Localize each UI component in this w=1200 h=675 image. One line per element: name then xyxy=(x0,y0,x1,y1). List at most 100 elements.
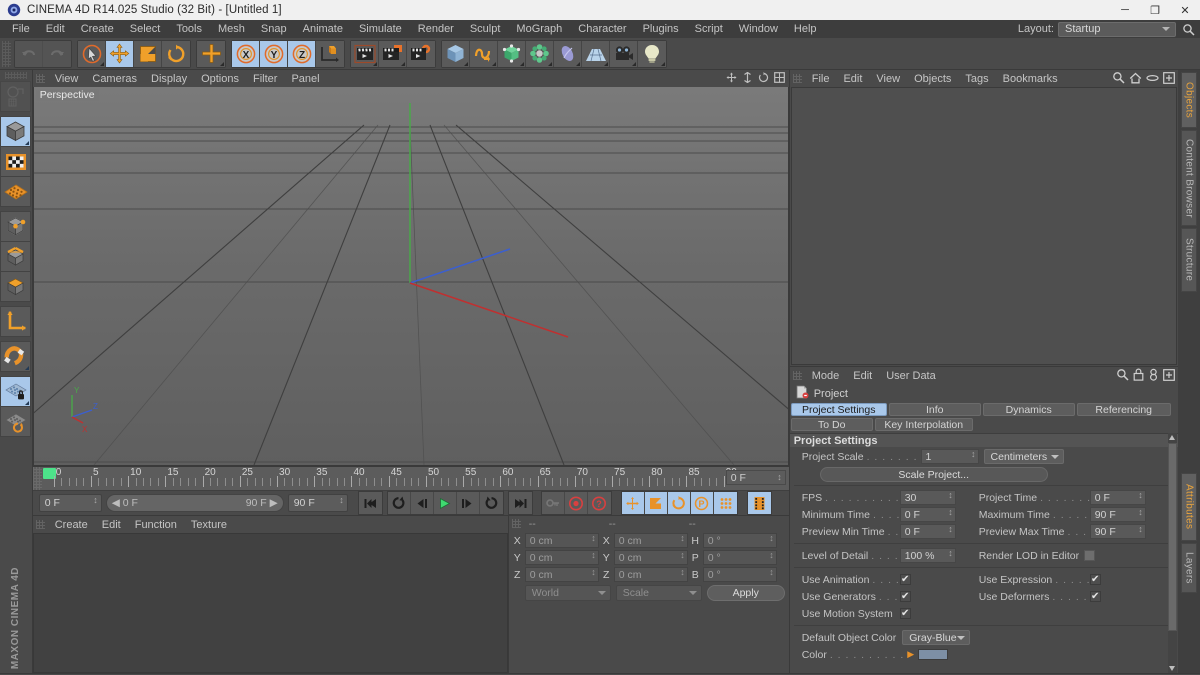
spinner-icon[interactable]: ↕ xyxy=(769,534,774,543)
reverse-loop-button[interactable] xyxy=(479,492,503,514)
position-key-button[interactable] xyxy=(621,492,645,514)
rotate-view-icon[interactable] xyxy=(758,72,769,86)
menu-item-mograph[interactable]: MoGraph xyxy=(508,20,570,38)
use-deformers-checkbox[interactable]: ✔ xyxy=(1089,591,1101,602)
coordinates-grip[interactable] xyxy=(511,519,521,528)
object-menu-file[interactable]: File xyxy=(805,73,837,85)
tab-dynamics[interactable]: Dynamics xyxy=(982,403,1075,416)
tab-key-interpolation[interactable]: Key Interpolation xyxy=(874,418,973,431)
object-menu-objects[interactable]: Objects xyxy=(907,73,958,85)
snap-magnet[interactable] xyxy=(0,341,32,372)
live-selection-tool[interactable] xyxy=(78,40,106,67)
menu-item-help[interactable]: Help xyxy=(786,20,825,38)
perspective-viewport[interactable]: Perspective Y Z X xyxy=(32,87,789,466)
expand-icon[interactable] xyxy=(1163,71,1176,87)
material-list-area[interactable] xyxy=(32,533,508,673)
mode-polygons[interactable] xyxy=(0,271,32,302)
scene-objects-button[interactable] xyxy=(554,40,582,67)
workplane-rotate[interactable] xyxy=(0,406,32,437)
undo-button[interactable] xyxy=(15,40,43,67)
coord-pos-x-input[interactable]: 0 cm ↕ xyxy=(524,533,599,548)
lock-y-axis-button[interactable]: Y xyxy=(260,40,288,67)
use-animation-checkbox[interactable]: ✔ xyxy=(899,574,911,585)
coord-rot-p-input[interactable]: 0 ° ↕ xyxy=(702,550,777,565)
scale-tool[interactable] xyxy=(134,40,162,67)
spinner-icon[interactable]: ↕ xyxy=(93,496,98,505)
add-floor-button[interactable] xyxy=(582,40,610,67)
mode-texture[interactable] xyxy=(0,146,32,177)
material-menu-edit[interactable]: Edit xyxy=(95,519,128,531)
attribute-menu-edit[interactable]: Edit xyxy=(846,370,879,382)
fps-input[interactable]: 30 ↕ xyxy=(899,490,956,505)
spinner-icon[interactable]: ↕ xyxy=(591,534,596,543)
generators-button[interactable] xyxy=(498,40,526,67)
coord-mode-select[interactable]: Scale xyxy=(615,585,702,601)
play-backward-loop-button[interactable] xyxy=(387,492,411,514)
spinner-icon[interactable]: ↕ xyxy=(971,450,976,459)
render-settings-button[interactable] xyxy=(407,40,435,67)
tab-info[interactable]: Info xyxy=(888,403,981,416)
menu-item-plugins[interactable]: Plugins xyxy=(635,20,687,38)
material-grip[interactable] xyxy=(35,520,45,529)
add-light-button[interactable] xyxy=(638,40,666,67)
menu-item-file[interactable]: File xyxy=(4,20,38,38)
vtab-objects[interactable]: Objects xyxy=(1181,72,1198,128)
mode-edges[interactable] xyxy=(0,241,32,272)
timeline-grip[interactable] xyxy=(32,467,42,490)
spinner-icon[interactable]: ↕ xyxy=(591,568,596,577)
spinner-icon[interactable]: ↕ xyxy=(948,508,953,517)
move-view-icon[interactable] xyxy=(726,72,737,86)
tab-project-settings[interactable]: Project Settings xyxy=(790,403,887,416)
use-generators-checkbox[interactable]: ✔ xyxy=(899,591,911,602)
spinner-icon[interactable]: ↕ xyxy=(680,568,685,577)
menu-item-simulate[interactable]: Simulate xyxy=(351,20,410,38)
project-scale-input[interactable]: 1 ↕ xyxy=(920,449,979,464)
lock-x-axis-button[interactable]: X xyxy=(232,40,260,67)
world-object-axis-button[interactable] xyxy=(197,40,225,67)
left-palette-grip[interactable] xyxy=(4,72,27,79)
coord-rot-b-input[interactable]: 0 ° ↕ xyxy=(702,567,777,582)
scale-project-button[interactable]: Scale Project... xyxy=(819,467,1048,482)
default-object-color-select[interactable]: Gray-Blue xyxy=(902,630,971,645)
viewport-menu-cameras[interactable]: Cameras xyxy=(85,73,144,85)
coord-apply-button[interactable]: Apply xyxy=(706,585,785,601)
viewport-menu-options[interactable]: Options xyxy=(194,73,246,85)
coord-system-select[interactable]: World xyxy=(524,585,611,601)
scale-view-icon[interactable] xyxy=(742,71,753,86)
spinner-icon[interactable]: ↕ xyxy=(591,551,596,560)
coord-size-y-input[interactable]: 0 cm ↕ xyxy=(613,550,688,565)
menu-item-select[interactable]: Select xyxy=(122,20,169,38)
toolbar-grip[interactable] xyxy=(2,40,11,67)
parameter-key-button[interactable]: P xyxy=(690,492,714,514)
scroll-up-arrow-icon[interactable] xyxy=(1169,435,1176,440)
world-coordinate-button[interactable] xyxy=(316,40,344,67)
attribute-menu-user-data[interactable]: User Data xyxy=(879,370,943,382)
go-to-start-button[interactable] xyxy=(358,492,382,514)
viewport-menu-panel[interactable]: Panel xyxy=(284,73,326,85)
point-level-anim-button[interactable] xyxy=(713,492,737,514)
timeline-current-frame-display[interactable]: 0 F ↕ xyxy=(725,470,786,485)
vtab-structure[interactable]: Structure xyxy=(1181,228,1198,292)
menu-item-snap[interactable]: Snap xyxy=(253,20,295,38)
move-tool[interactable] xyxy=(106,40,134,67)
search-icon[interactable] xyxy=(1180,21,1196,37)
coord-size-x-input[interactable]: 0 cm ↕ xyxy=(613,533,688,548)
menu-item-mesh[interactable]: Mesh xyxy=(210,20,253,38)
vtab-content-browser[interactable]: Content Browser xyxy=(1181,130,1198,226)
tool-undo-view[interactable] xyxy=(0,81,32,112)
color-expand-arrow-icon[interactable]: ▶ xyxy=(907,649,914,660)
step-back-button[interactable] xyxy=(410,492,434,514)
search-icon[interactable] xyxy=(1112,71,1125,87)
viewport-menu-filter[interactable]: Filter xyxy=(246,73,284,85)
menu-item-script[interactable]: Script xyxy=(687,20,731,38)
attribute-scrollbar[interactable] xyxy=(1168,433,1178,673)
object-menu-edit[interactable]: Edit xyxy=(836,73,869,85)
maximum-time-input[interactable]: 90 F ↕ xyxy=(1089,507,1146,522)
project-time-input[interactable]: 0 F ↕ xyxy=(1089,490,1146,505)
lock-icon[interactable] xyxy=(1133,368,1144,384)
minimize-button[interactable]: ─ xyxy=(1110,0,1140,20)
preview-min-time-input[interactable]: 0 F ↕ xyxy=(899,524,956,539)
vtab-attributes[interactable]: Attributes xyxy=(1181,473,1198,541)
auto-keyframing-button[interactable]: ? xyxy=(587,492,611,514)
rotation-key-button[interactable] xyxy=(667,492,691,514)
